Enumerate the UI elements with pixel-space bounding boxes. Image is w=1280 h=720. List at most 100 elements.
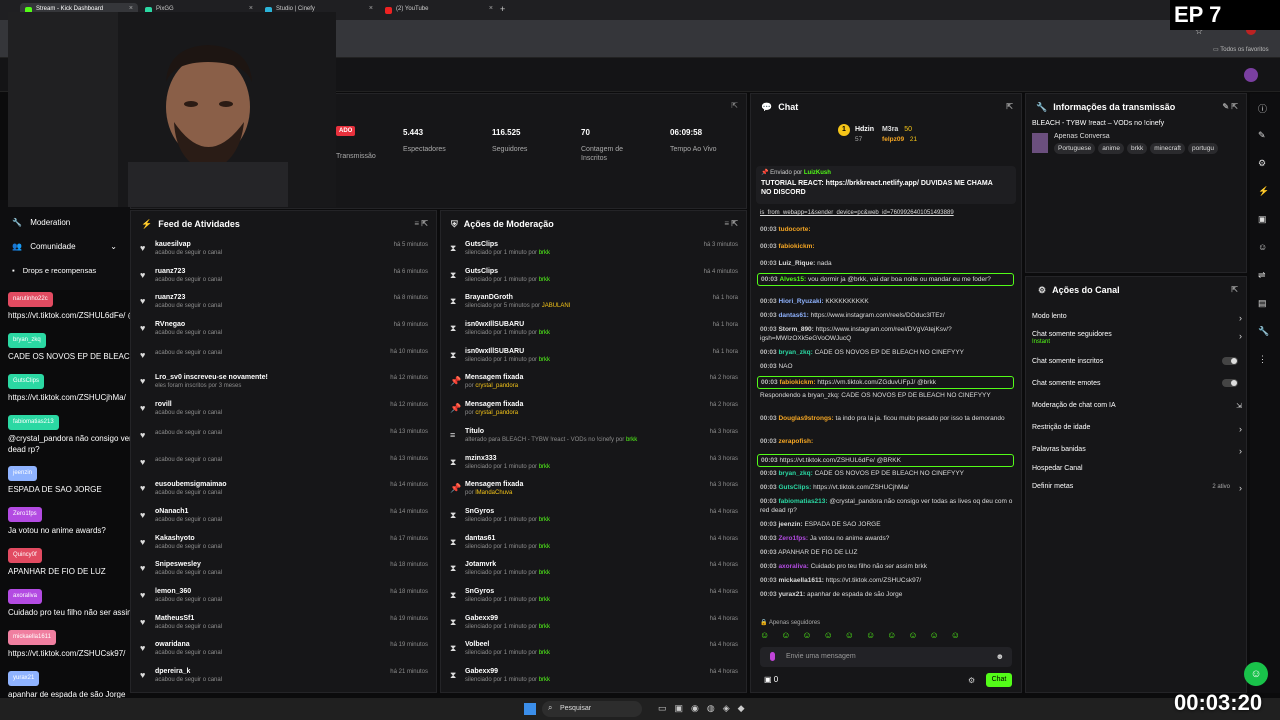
moderation-item[interactable]: ⧗ mzinx333 silenciado por 1 minuto por brk… [441,451,746,478]
channel-action-definir-metas[interactable]: Definir metas 2 ativo › [1032,483,1242,493]
lightning-icon[interactable]: ⚡ [1258,186,1269,197]
feed-item[interactable]: ♥ MatheusSf1 acabou de seguir o canal há 19… [131,611,436,638]
chat-username[interactable]: GutsClips: [778,484,811,491]
channel-action-modera-o-de-chat-com-ia[interactable]: Moderação de chat com IA ⇲ [1032,402,1242,410]
feed-item[interactable]: ♥ Kakashyoto acabou de seguir o canal há 17… [131,531,436,558]
moderation-item[interactable]: ⧗ GutsClips silenciado por 1 minuto por br… [441,237,746,264]
feed-item[interactable]: ♥ RVnegao acabou de seguir o canal há 9 min… [131,317,436,344]
chat-message[interactable]: 00:03 dantas61: https://www.instagram.co… [760,311,1015,320]
list-icon[interactable]: ▤ [1258,298,1267,309]
chat-username[interactable]: Hiori_Ryuzaki: [778,298,823,305]
chat-message[interactable]: Respondendo a bryan_zkq: CADE OS NOVOS E… [760,391,1015,400]
feed-item[interactable]: ♥ rovill acabou de seguir o canal há 12 min… [131,397,436,424]
toggle-switch[interactable] [1222,357,1238,365]
emote-bar[interactable]: ☺☺☺☺☺☺☺☺☺☺ [760,630,1015,642]
feed-item[interactable]: ♥ ruanz723 acabou de seguir o canal há 6 mi… [131,264,436,291]
chat-username[interactable]: axoraliva: [778,563,808,570]
tag[interactable]: brkk [1126,143,1148,154]
chat-username[interactable]: Douglas9strongs: [778,415,833,422]
edit-icon[interactable]: ✎ [1258,130,1266,141]
chat-message[interactable]: 00:03 Zero1fps: Ja votou no anime awards… [760,534,1015,543]
card-icon[interactable]: ▣ [1258,214,1267,225]
popout-icon[interactable]: ⇱ [1231,285,1238,294]
chat-message[interactable]: 00:03 bryan_zkq: CADE OS NOVOS EP DE BLE… [760,348,1015,357]
chat-username[interactable]: fabiokickm: [778,243,814,250]
channel-action-hospedar-canal[interactable]: Hospedar Canal [1032,465,1242,472]
taskbar-search[interactable]: ⌕ Pesquisar [542,701,642,717]
chat-message[interactable]: 00:03 tudocorte: [760,225,1015,234]
pinned-message[interactable]: 📌 Enviado por LuizKush TUTORIAL REACT: h… [756,166,1016,204]
taskbar-apps[interactable]: ▭▣◉◍◈◆ [658,703,753,714]
close-icon[interactable]: × [249,5,253,12]
moderation-item[interactable]: ⧗ BrayanDGroth silenciado por 5 minutos po… [441,290,746,317]
moderation-item[interactable]: ⧗ Jotamvrk silenciado por 1 minuto por brk… [441,557,746,584]
more-icon[interactable]: ⋮ [1258,354,1267,365]
feed-item[interactable]: ♥ Lro_sv0 inscreveu-se novamente! eles for… [131,370,436,397]
chat-message[interactable]: 00:03 jeenzin: ESPADA DE SAO JORGE [760,520,1015,529]
emoji-icon[interactable]: ☻ [996,652,1004,661]
chat-message[interactable]: 00:03 Luiz_Rique: nada [760,259,1015,268]
moderation-item[interactable]: ⧗ Gabexx99 silenciado por 1 minuto por brk… [441,611,746,638]
wrench-icon[interactable]: 🔧 [1258,326,1269,337]
chat-username[interactable]: dantas61: [778,312,808,319]
filter-icon[interactable]: ≡ ⇱ [414,219,428,228]
chat-username[interactable]: fabiokickm: [779,379,815,386]
feed-item[interactable]: ♥ Snipeswesley acabou de seguir o canal há … [131,557,436,584]
feed-item[interactable]: ♥ owaridana acabou de seguir o canal há 19 … [131,637,436,664]
chat-username[interactable]: Alves15: [779,276,806,283]
moderation-item[interactable]: ⧗ Gabexx99 silenciado por 1 minuto por brk… [441,664,746,691]
moderation-item[interactable]: 📌 Mensagem fixada por lMandaChuva há 3 hora… [441,477,746,504]
chat-message[interactable]: 00:03 mickaella1611: https://vt.tiktok.c… [760,576,1015,585]
moderation-item[interactable]: ⧗ isn0wxIllSUBARU silenciado por 1 minuto … [441,344,746,371]
feed-item[interactable]: ♥ acabou de seguir o canal há 13 minutos [131,451,436,478]
moderation-item[interactable]: ⧗ SnGyros silenciado por 1 minuto por brkk… [441,584,746,611]
chat-username[interactable]: bryan_zkq: [778,470,812,477]
sidebar-item-drops[interactable]: ▪ Drops e recompensas [12,266,96,275]
moderation-item[interactable]: 📌 Mensagem fixada por crystal_pandora há 2 … [441,370,746,397]
close-icon[interactable]: × [489,5,493,12]
chat-message[interactable]: 00:03 NAO [760,362,1015,371]
chat-message[interactable]: 00:03 APANHAR DE FIO DE LUZ [760,548,1015,557]
sidebar-item-moderation[interactable]: 🔧 Moderation [12,218,70,227]
moderation-item[interactable]: ⧗ Volbeel silenciado por 1 minuto por brkk… [441,637,746,664]
feed-item[interactable]: ♥ acabou de seguir o canal há 10 minutos [131,344,436,371]
floating-chat-icon[interactable]: ☺ [1244,662,1268,686]
tab-youtube[interactable]: (2) YouTube × [380,3,498,18]
close-icon[interactable]: × [369,5,373,12]
filter-icon[interactable]: ≡ ⇱ [724,219,738,228]
chat-message[interactable]: 00:03 axoraliva: Cuidado pro teu filho n… [760,562,1015,571]
chat-message[interactable]: 00:03 Storm_890: https://www.instagram.c… [760,325,1015,343]
chat-input[interactable]: Envie uma mensagem ☻ [760,647,1012,667]
tag[interactable]: minecraft [1150,143,1185,154]
feed-item[interactable]: ♥ lemon_360 acabou de seguir o canal há 18 … [131,584,436,611]
chat-message[interactable]: 00:03 fabiokickm: [760,242,1015,251]
windows-start-icon[interactable] [524,703,536,715]
moderation-item[interactable]: ⧗ isn0wxIllSUBARU silenciado por 1 minuto … [441,317,746,344]
swap-icon[interactable]: ⇌ [1258,270,1266,281]
tag[interactable]: portugu [1187,143,1219,154]
chat-username[interactable]: Storm_890: [778,326,813,333]
popout-icon[interactable]: ⇱ [1006,102,1013,111]
chat-message[interactable]: 00:03 zerapofish: [760,437,1015,446]
new-tab-button[interactable]: + [500,4,505,14]
feed-item[interactable]: ♥ kauesilvap acabou de seguir o canal há 5 … [131,237,436,264]
chat-bubble-icon[interactable]: ☺ [1258,242,1267,252]
moderation-item[interactable]: ⧗ SnGyros silenciado por 1 minuto por brkk… [441,504,746,531]
feed-item[interactable]: ♥ dpereira_k acabou de seguir o canal há 21… [131,664,436,691]
channel-action-palavras-banidas[interactable]: Palavras banidas › [1032,446,1242,456]
chat-message[interactable]: 00:03 Alves15: vou dormir ja @brkk, vai … [757,273,1014,286]
channel-action-chat-somente-seguidores[interactable]: Chat somente seguidores Instant › [1032,331,1242,345]
chat-username[interactable]: Zero1fps: [778,535,808,542]
chat-message[interactable]: 00:03 Douglas9strongs: ta indo pra la ja… [760,414,1015,423]
tag[interactable]: Portuguese [1054,143,1096,154]
edit-icon[interactable]: ✎ ⇱ [1222,102,1238,111]
chat-message[interactable]: 00:03 https://vt.tiktok.com/ZSHUL6dFe/ @… [757,454,1014,467]
chat-message[interactable]: 00:03 fabiomatias213: @crystal_pandora n… [760,497,1015,515]
settings-icon[interactable]: ⚙ [968,676,975,685]
chat-username[interactable]: fabiomatias213: [778,498,827,505]
feed-item[interactable]: ♥ ruanz723 acabou de seguir o canal há 8 mi… [131,290,436,317]
bookmarks-folder[interactable]: ▭ Todos os favoritos [1213,46,1269,53]
chat-message[interactable]: 00:03 bryan_zkq: CADE OS NOVOS EP DE BLE… [760,469,1015,478]
feed-item[interactable]: ♥ eusoubemsigmaimao acabou de seguir o can… [131,477,436,504]
chat-username[interactable]: Luiz_Rique: [778,260,815,267]
